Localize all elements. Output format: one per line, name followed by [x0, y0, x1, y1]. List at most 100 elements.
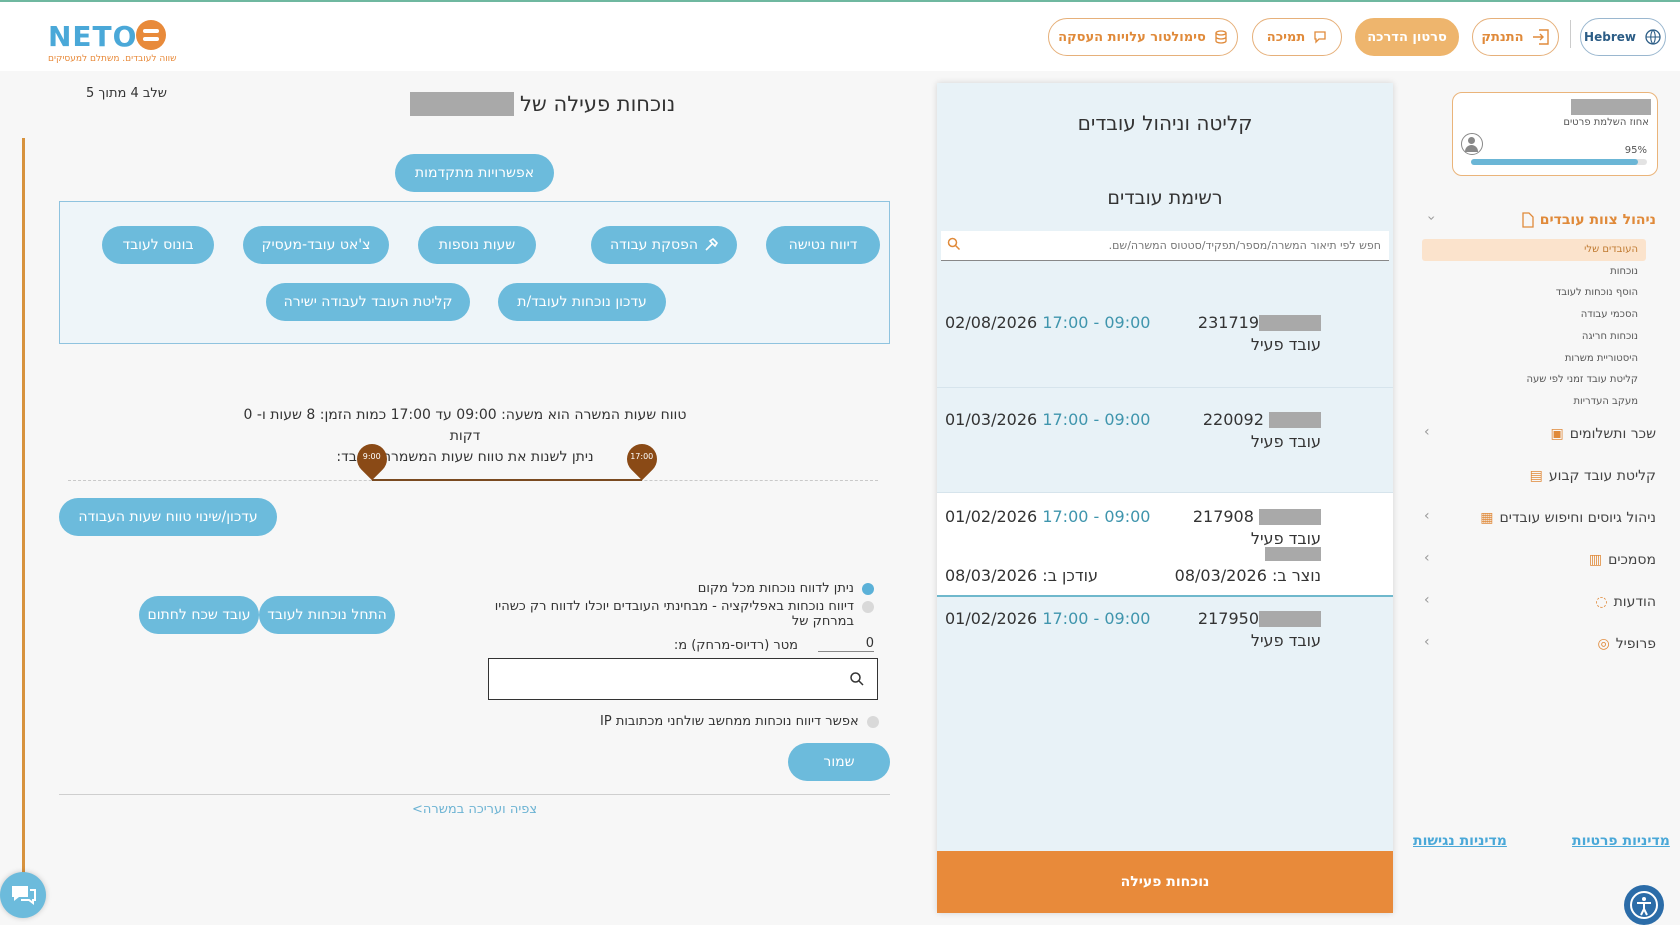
sidebar-sub-item[interactable]: העובדים שלי [1584, 244, 1638, 255]
radio-ip-label: אפשר דיווח נוכחות ממחשב שולחני מכתובות I… [600, 714, 859, 729]
redacted-name [1259, 508, 1321, 525]
redacted-field [1265, 547, 1321, 561]
employee-hours: 17:00 - 09:00 [1042, 313, 1151, 332]
hours-range-slider[interactable]: 9:00 17:00 [68, 437, 878, 484]
radio-ip-dot[interactable] [866, 716, 879, 728]
sidebar-sub-item[interactable]: נוכחות [1610, 266, 1638, 277]
sidebar-item[interactable]: מסמכים ▥ [1589, 552, 1656, 568]
end-pin-label: 17:00 [630, 452, 654, 461]
quit-report-button[interactable]: דיווח נטישה [766, 226, 880, 264]
chevron-left-icon[interactable]: ‹ [1424, 634, 1430, 650]
employee-card[interactable]: 217950 עובד פעיל 01/02/2026 17:00 - 09:0… [937, 597, 1393, 707]
logout-label: התנתק [1481, 29, 1524, 45]
overtime-button[interactable]: שעות נוספות [418, 226, 536, 264]
language-selector[interactable]: Hebrew [1580, 18, 1666, 56]
employee-status: עובד פעיל [1250, 335, 1321, 354]
logout-button[interactable]: התנתק [1472, 18, 1559, 56]
search-icon [850, 672, 864, 686]
slider-start-handle[interactable]: 9:00 [350, 437, 393, 481]
language-label: Hebrew [1584, 30, 1636, 44]
active-attendance-button[interactable]: נוכחות פעילה [937, 851, 1393, 913]
privacy-policy-link[interactable]: מדיניות פרטיות [1572, 833, 1670, 849]
tutorial-button[interactable]: סרטון הדרכה [1355, 18, 1459, 56]
update-attendance-button[interactable]: עדכון נוכחות לעובד/ת [498, 283, 666, 321]
sidebar-item[interactable]: קליטת עובד קבוע ▤ [1530, 468, 1656, 484]
chevron-left-icon[interactable]: ‹ [1424, 550, 1430, 566]
update-range-button[interactable]: עדכון/שינוי טווח שעות העבודה [59, 498, 277, 536]
employee-id-text: 220092 [1202, 410, 1264, 429]
sidebar-item-label: שכר ותשלומים [1569, 426, 1656, 442]
bonus-button[interactable]: בונוס לעובד [102, 226, 214, 264]
employee-schedule: 02/08/2026 17:00 - 09:00 [945, 313, 1150, 332]
chevron-left-icon[interactable]: ‹ [1424, 592, 1430, 608]
redacted-name [1259, 610, 1321, 627]
sidebar-item[interactable]: פרופיל ◎ [1597, 636, 1656, 652]
progress-bar [1471, 159, 1647, 165]
work-stop-label: הפסקת עבודה [609, 237, 699, 253]
employee-id: 217950 [1198, 609, 1321, 628]
content-divider [59, 794, 890, 795]
employee-id: 220092 [1203, 410, 1321, 429]
hammer-icon [705, 238, 719, 251]
employee-schedule: 01/02/2026 17:00 - 09:00 [945, 507, 1150, 526]
sidebar-sub-item[interactable]: הסכמי עבודה [1581, 309, 1638, 320]
radio-anywhere-dot[interactable] [862, 583, 874, 595]
sidebar-item[interactable]: שכר ותשלומים ▣ [1550, 426, 1656, 442]
save-button[interactable]: שמור [788, 743, 890, 781]
chat-employer-button[interactable]: צ'אט עובד-מעסיק [243, 226, 389, 264]
advanced-options-button[interactable]: אפשרויות מתקדמות [395, 154, 554, 192]
simulator-button[interactable]: סימולטור עלויות העסקה [1048, 18, 1238, 56]
page-title-text: נוכחות פעילה של [520, 92, 676, 116]
simulator-label: סימולטור עלויות העסקה [1058, 29, 1206, 45]
logo-text: NETO [48, 20, 138, 53]
neto-logo[interactable]: NETO שווה לעובדים. משתלם למעסיקים [48, 20, 176, 66]
address-search-input[interactable] [488, 658, 878, 700]
radio-anywhere[interactable]: ניתן לדווח נוכחות מכל מקום [698, 581, 874, 596]
employee-card[interactable]: 220092 עובד פעיל 01/03/2026 17:00 - 09:0… [937, 388, 1393, 493]
step-indicator: שלב 4 מתוך 5 [86, 86, 167, 101]
sidebar-item-label: הודעות [1613, 594, 1656, 610]
employee-schedule: 01/02/2026 17:00 - 09:00 [945, 609, 1150, 628]
chevron-left-icon[interactable]: ‹ [1424, 424, 1430, 440]
sidebar-sub-item[interactable]: קליטת עובד זמני לפי שעה [1526, 374, 1638, 385]
forgot-sign-button[interactable]: עובד שכח לחתום [139, 596, 259, 634]
employee-card[interactable]: 231719 עובד פעיל 02/08/2026 17:00 - 09:0… [937, 263, 1393, 388]
sidebar-item-label: מסמכים [1608, 552, 1656, 568]
radio-anywhere-label: ניתן לדווח נוכחות מכל מקום [697, 581, 854, 596]
sidebar-sub-item[interactable]: נוכחות חריגה [1582, 331, 1638, 342]
sidebar-item[interactable]: ניהול גיוסים וחיפוש עובדים ▦ [1480, 510, 1656, 526]
sidebar-sub-item[interactable]: היסטוריית משרות [1565, 353, 1638, 364]
chevron-down-icon[interactable]: › [1423, 215, 1439, 221]
radio-app-label-line1: דיווח נוכחות באפליקציה - מבחינתי העובדים… [494, 599, 854, 614]
employee-date: 01/02/2026 [945, 609, 1038, 628]
redacted-name [410, 92, 514, 116]
accessibility-icon[interactable] [1624, 885, 1664, 925]
support-button[interactable]: תמיכה [1252, 18, 1342, 56]
employee-search[interactable] [941, 231, 1389, 261]
accessibility-policy-link[interactable]: מדיניות נגישות [1413, 833, 1507, 849]
chat-bubble-icon[interactable] [0, 872, 46, 918]
radio-ip[interactable]: אפשר דיווח נוכחות ממחשב שולחני מכתובות I… [600, 714, 879, 729]
employee-id: 231719 [1198, 313, 1321, 332]
nav-group-team[interactable]: ניהול צוות עובדים [1520, 212, 1656, 228]
radio-app-dot[interactable] [862, 601, 874, 613]
progress-percent: 95% [1624, 145, 1647, 156]
sidebar-sub-item[interactable]: הוסף נוכחות לעובד [1556, 287, 1638, 298]
direct-hire-button[interactable]: קליטת העובד לעבודה ישירה [266, 283, 470, 321]
work-stop-button[interactable]: הפסקת עבודה [591, 226, 737, 264]
start-attendance-button[interactable]: התחל נוכחות לעובד [259, 596, 395, 634]
chevron-left-icon[interactable]: ‹ [1424, 508, 1430, 524]
slider-end-handle[interactable]: 17:00 [620, 437, 663, 481]
employee-search-input[interactable] [941, 231, 1389, 260]
edit-job-link[interactable]: צפיה ועריכה במשרה> [412, 802, 537, 817]
sidebar-item[interactable]: הודעות ◌ [1595, 594, 1656, 610]
distance-value[interactable]: 0 [818, 636, 874, 652]
employee-card-selected[interactable]: 217908 עובד פעיל 01/02/2026 17:00 - 09:0… [937, 493, 1393, 597]
sidebar-sub-item[interactable]: מעקב העדריות [1573, 396, 1638, 407]
user-icon: ◎ [1597, 636, 1610, 652]
profile-progress-card[interactable]: אחוז השלמת פרטים 95% [1452, 92, 1658, 176]
radio-app[interactable]: דיווח נוכחות באפליקציה - מבחינתי העובדים… [495, 599, 874, 629]
employee-status: עובד פעיל [1250, 432, 1321, 451]
distance-label: מטר (רדיוס-מרחק) מ: [673, 638, 798, 653]
employee-updated: עודכן ב: 08/03/2026 [945, 566, 1098, 585]
